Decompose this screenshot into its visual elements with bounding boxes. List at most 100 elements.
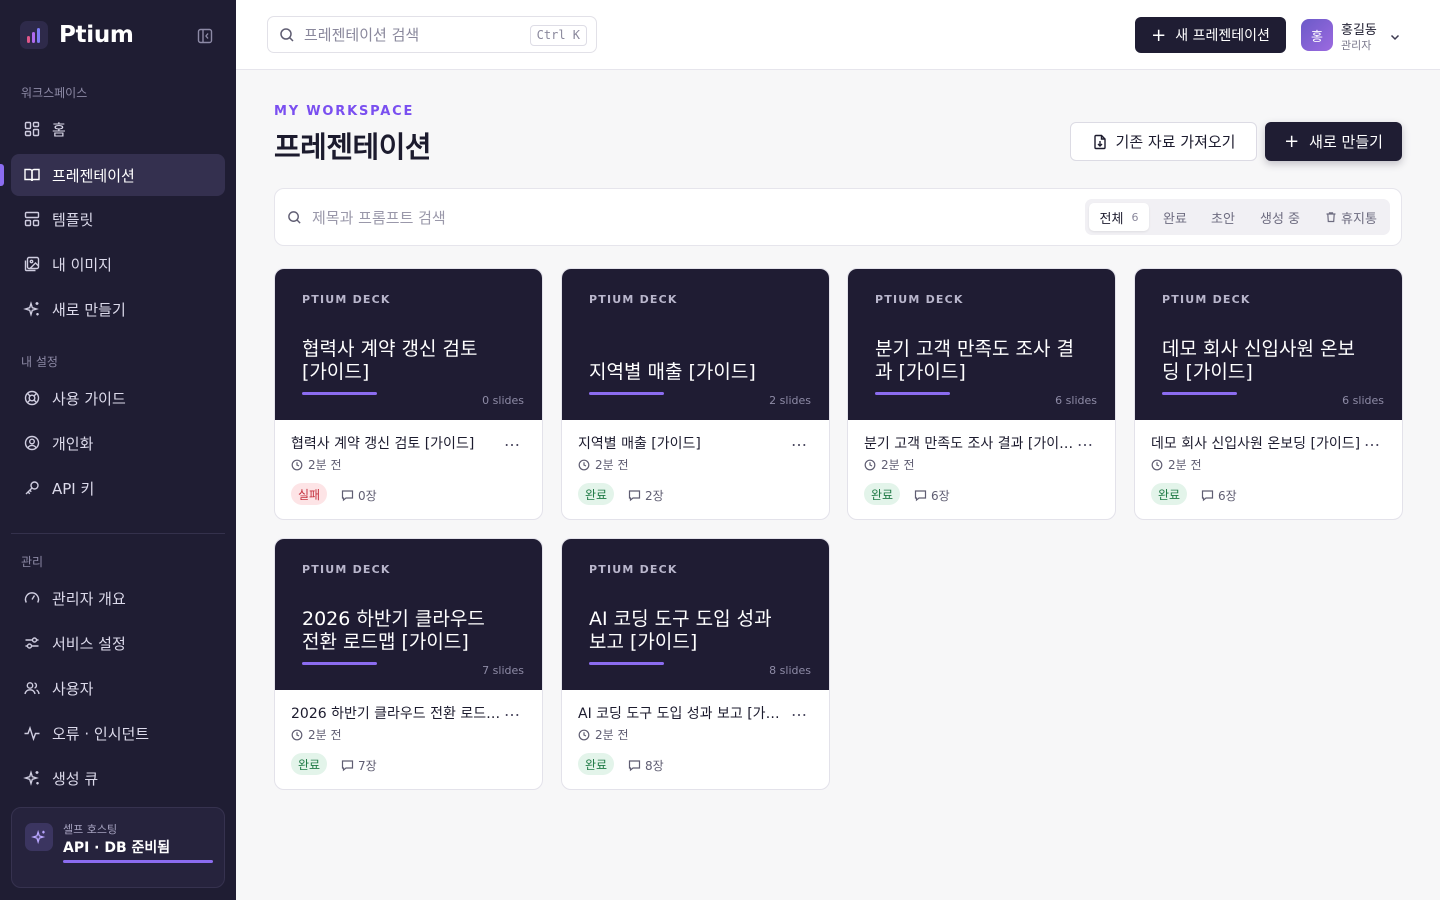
chevron-down-icon[interactable] [1389, 28, 1401, 47]
slide-count: 7장 [341, 757, 377, 774]
card-title[interactable]: 지역별 매출 [가이드] [578, 433, 790, 453]
tab-all[interactable]: 전체 6 [1089, 203, 1149, 231]
sidebar-item-presentations[interactable]: 프레젠테이션 [0, 154, 225, 196]
tab-generating[interactable]: 생성 중 [1249, 203, 1311, 231]
card-updated-time: 2분 전 [578, 726, 629, 743]
slide-count: 2장 [628, 487, 664, 504]
plus-icon: + [1151, 24, 1167, 46]
file-import-icon [1092, 134, 1108, 150]
tab-label: 생성 중 [1259, 211, 1300, 227]
sidebar-item-incidents[interactable]: 오류 · 인시던트 [11, 712, 225, 754]
more-options-icon[interactable]: … [504, 703, 522, 721]
user-name[interactable]: 홍길동 [1341, 19, 1377, 38]
brand-name: Ptium [59, 22, 134, 48]
slide-count-text: 6장 [931, 489, 950, 503]
card-title[interactable]: 협력사 계약 갱신 검토 [가이드] [291, 433, 503, 453]
card-thumbnail[interactable]: PTIUM DECK 협력사 계약 갱신 검토 [가이드] 0 slides [275, 269, 542, 420]
card-thumbnail[interactable]: PTIUM DECK 분기 고객 만족도 조사 결과 [가이드] 6 slide… [848, 269, 1115, 420]
global-search[interactable]: Ctrl K [267, 16, 597, 53]
slide-count-text: 6장 [1218, 489, 1237, 503]
sidebar-item-service-settings[interactable]: 서비스 설정 [11, 622, 225, 664]
sidebar-item-generation-queue[interactable]: 생성 큐 [11, 757, 225, 799]
lifebuoy-icon [23, 389, 41, 407]
hosting-bar [63, 860, 213, 863]
user-circle-icon [23, 434, 41, 452]
status-badge: 실패 [291, 483, 328, 505]
slide-count: 6장 [914, 487, 950, 504]
import-button[interactable]: 기존 자료 가져오기 [1070, 122, 1257, 161]
comment-icon [341, 759, 354, 772]
clock-icon [291, 459, 303, 471]
presentation-card[interactable]: PTIUM DECK 지역별 매출 [가이드] 2 slides 지역별 매출 … [561, 268, 830, 520]
comment-icon [914, 489, 927, 502]
card-thumbnail[interactable]: PTIUM DECK 지역별 매출 [가이드] 2 slides [562, 269, 829, 420]
presentation-card[interactable]: PTIUM DECK 2026 하반기 클라우드 전환 로드맵 [가이드] 7 … [274, 538, 543, 790]
sidebar-item-personalization[interactable]: 개인화 [11, 422, 225, 464]
time-text: 2분 전 [595, 728, 629, 742]
card-thumbnail[interactable]: PTIUM DECK 2026 하반기 클라우드 전환 로드맵 [가이드] 7 … [275, 539, 542, 690]
sidebar-item-users[interactable]: 사용자 [11, 667, 225, 709]
trash-icon [1325, 211, 1337, 223]
sidebar-item-admin-overview[interactable]: 관리자 개요 [11, 577, 225, 619]
create-button[interactable]: + 새로 만들기 [1265, 122, 1402, 161]
tab-completed[interactable]: 완료 [1153, 203, 1197, 231]
card-title[interactable]: AI 코딩 도구 도입 성과 보고 [가이드] [578, 703, 790, 723]
sidebar-item-create[interactable]: 새로 만들기 [11, 288, 225, 330]
brand[interactable]: Ptium [20, 19, 134, 51]
thumbnail-title: 데모 회사 신입사원 온보딩 [가이드] [1162, 338, 1355, 383]
thumbnail-slide-count: 6 slides [1055, 394, 1097, 407]
card-thumbnail[interactable]: PTIUM DECK AI 코딩 도구 도입 성과 보고 [가이드] 8 sli… [562, 539, 829, 690]
more-options-icon[interactable]: … [1077, 433, 1095, 451]
presentation-card[interactable]: PTIUM DECK AI 코딩 도구 도입 성과 보고 [가이드] 8 sli… [561, 538, 830, 790]
deck-label: PTIUM DECK [589, 563, 678, 576]
time-text: 2분 전 [1168, 458, 1202, 472]
gauge-icon [23, 589, 41, 607]
deck-label: PTIUM DECK [875, 293, 964, 306]
status-badge: 완료 [864, 483, 901, 505]
card-title[interactable]: 분기 고객 만족도 조사 결과 [가이드] [864, 433, 1076, 453]
slide-count: 6장 [1201, 487, 1237, 504]
clock-icon [864, 459, 876, 471]
tab-trash[interactable]: 휴지통 [1315, 203, 1387, 231]
sidebar-item-home[interactable]: 홈 [11, 108, 225, 150]
sidebar-item-label: 프레젠테이션 [52, 166, 135, 185]
status-badge: 완료 [1151, 483, 1188, 505]
avatar[interactable]: 홍 [1301, 19, 1333, 51]
card-thumbnail[interactable]: PTIUM DECK 데모 회사 신입사원 온보딩 [가이드] 6 slides [1135, 269, 1402, 420]
sidebar-item-api-keys[interactable]: API 키 [11, 467, 225, 509]
grid-icon [23, 120, 41, 138]
slide-count-text: 0장 [358, 489, 377, 503]
layout-icon [23, 210, 41, 228]
sparkles-icon [23, 300, 41, 318]
presentation-card[interactable]: PTIUM DECK 분기 고객 만족도 조사 결과 [가이드] 6 slide… [847, 268, 1116, 520]
sidebar-collapse-icon[interactable] [196, 27, 214, 45]
sidebar-item-label: 생성 큐 [52, 769, 99, 788]
thumbnail-accent-line [589, 662, 664, 665]
presentation-search-input[interactable] [312, 207, 812, 229]
new-presentation-button[interactable]: + 새 프레젠테이션 [1135, 17, 1286, 53]
slide-count: 8장 [628, 757, 664, 774]
sidebar-item-templates[interactable]: 템플릿 [11, 198, 225, 240]
tab-label: 휴지통 [1341, 211, 1377, 227]
section-label-admin: 관리 [21, 555, 44, 569]
presentation-card[interactable]: PTIUM DECK 데모 회사 신입사원 온보딩 [가이드] 6 slides… [1134, 268, 1403, 520]
more-options-icon[interactable]: … [1364, 433, 1382, 451]
time-text: 2분 전 [308, 728, 342, 742]
more-options-icon[interactable]: … [791, 433, 809, 451]
sidebar-item-label: 내 이미지 [52, 255, 112, 274]
global-search-input[interactable] [304, 25, 524, 45]
more-options-icon[interactable]: … [504, 433, 522, 451]
tab-draft[interactable]: 초안 [1201, 203, 1245, 231]
thumbnail-accent-line [302, 392, 377, 395]
sidebar-item-guide[interactable]: 사용 가이드 [11, 377, 225, 419]
sidebar-item-label: 새로 만들기 [52, 300, 126, 319]
more-options-icon[interactable]: … [791, 703, 809, 721]
sidebar-item-my-images[interactable]: 내 이미지 [11, 243, 225, 285]
card-title[interactable]: 데모 회사 신입사원 온보딩 [가이드] [1151, 433, 1363, 453]
presentation-card[interactable]: PTIUM DECK 협력사 계약 갱신 검토 [가이드] 0 slides 협… [274, 268, 543, 520]
sidebar-item-label: 사용자 [52, 679, 94, 698]
thumbnail-accent-line [589, 392, 664, 395]
comment-icon [341, 489, 354, 502]
card-title[interactable]: 2026 하반기 클라우드 전환 로드맵 [가이드] [291, 703, 503, 723]
thumbnail-accent-line [302, 662, 377, 665]
